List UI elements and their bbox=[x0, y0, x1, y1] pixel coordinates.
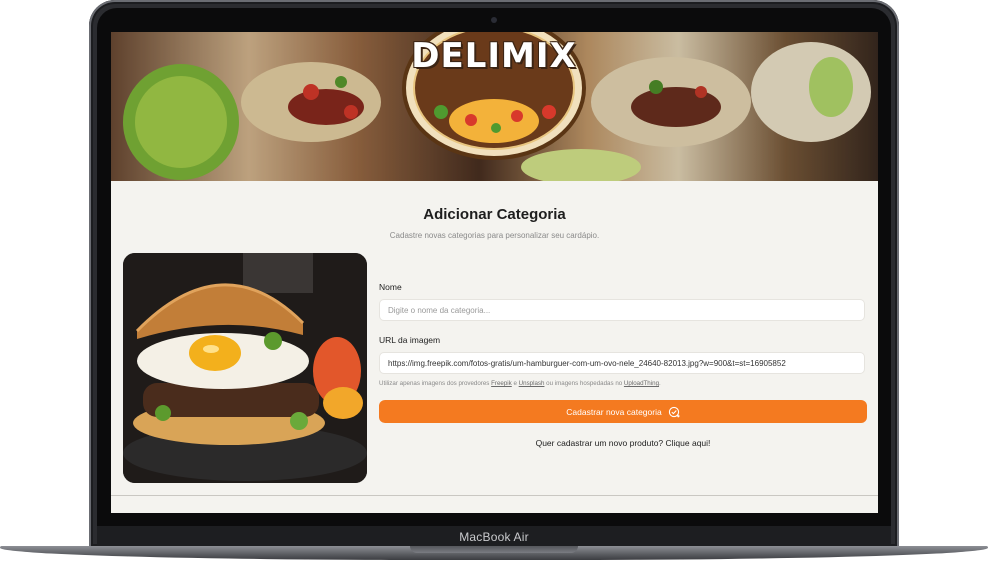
freepik-link[interactable]: Freepik bbox=[491, 380, 512, 387]
hint-sep: e bbox=[511, 380, 519, 387]
uploadthing-link[interactable]: UploadThing bbox=[624, 380, 659, 387]
page-title: Adicionar Categoria bbox=[423, 206, 566, 223]
laptop-hinge-notch bbox=[410, 546, 578, 553]
camera-icon bbox=[491, 17, 497, 23]
image-providers-hint: Utilizar apenas imagens dos provedores F… bbox=[379, 380, 661, 387]
image-url-input[interactable] bbox=[379, 352, 865, 374]
category-name-input[interactable] bbox=[379, 299, 865, 321]
laptop-chin: MacBook Air bbox=[97, 526, 891, 548]
page-subtitle: Cadastre novas categorias para personali… bbox=[389, 231, 600, 240]
category-image-preview bbox=[123, 253, 367, 483]
screen-bottom-bezel bbox=[111, 513, 878, 526]
image-url-label: URL da imagem bbox=[379, 335, 441, 345]
hero-banner: DELIMIX bbox=[111, 32, 878, 181]
check-badge-icon bbox=[668, 406, 680, 417]
logo-text: DELIMIX bbox=[411, 36, 577, 76]
hint-prefix: Utilizar apenas imagens dos provedores bbox=[379, 380, 492, 387]
submit-category-button[interactable]: Cadastrar nova categoria bbox=[379, 400, 867, 423]
name-label: Nome bbox=[379, 282, 402, 292]
device-label: MacBook Air bbox=[459, 530, 529, 544]
hint-suffix: . bbox=[659, 380, 661, 387]
footer-divider bbox=[111, 495, 878, 496]
hint-middle: ou imagens hospedadas no bbox=[544, 380, 624, 387]
new-product-link[interactable]: Quer cadastrar um novo produto? Clique a… bbox=[379, 438, 867, 448]
app-screen: DELIMIX Adicionar Categoria Cadastre nov… bbox=[111, 32, 878, 513]
submit-category-label: Cadastrar nova categoria bbox=[566, 406, 662, 417]
unsplash-link[interactable]: Unsplash bbox=[519, 380, 545, 387]
delimix-logo: DELIMIX bbox=[401, 32, 587, 160]
